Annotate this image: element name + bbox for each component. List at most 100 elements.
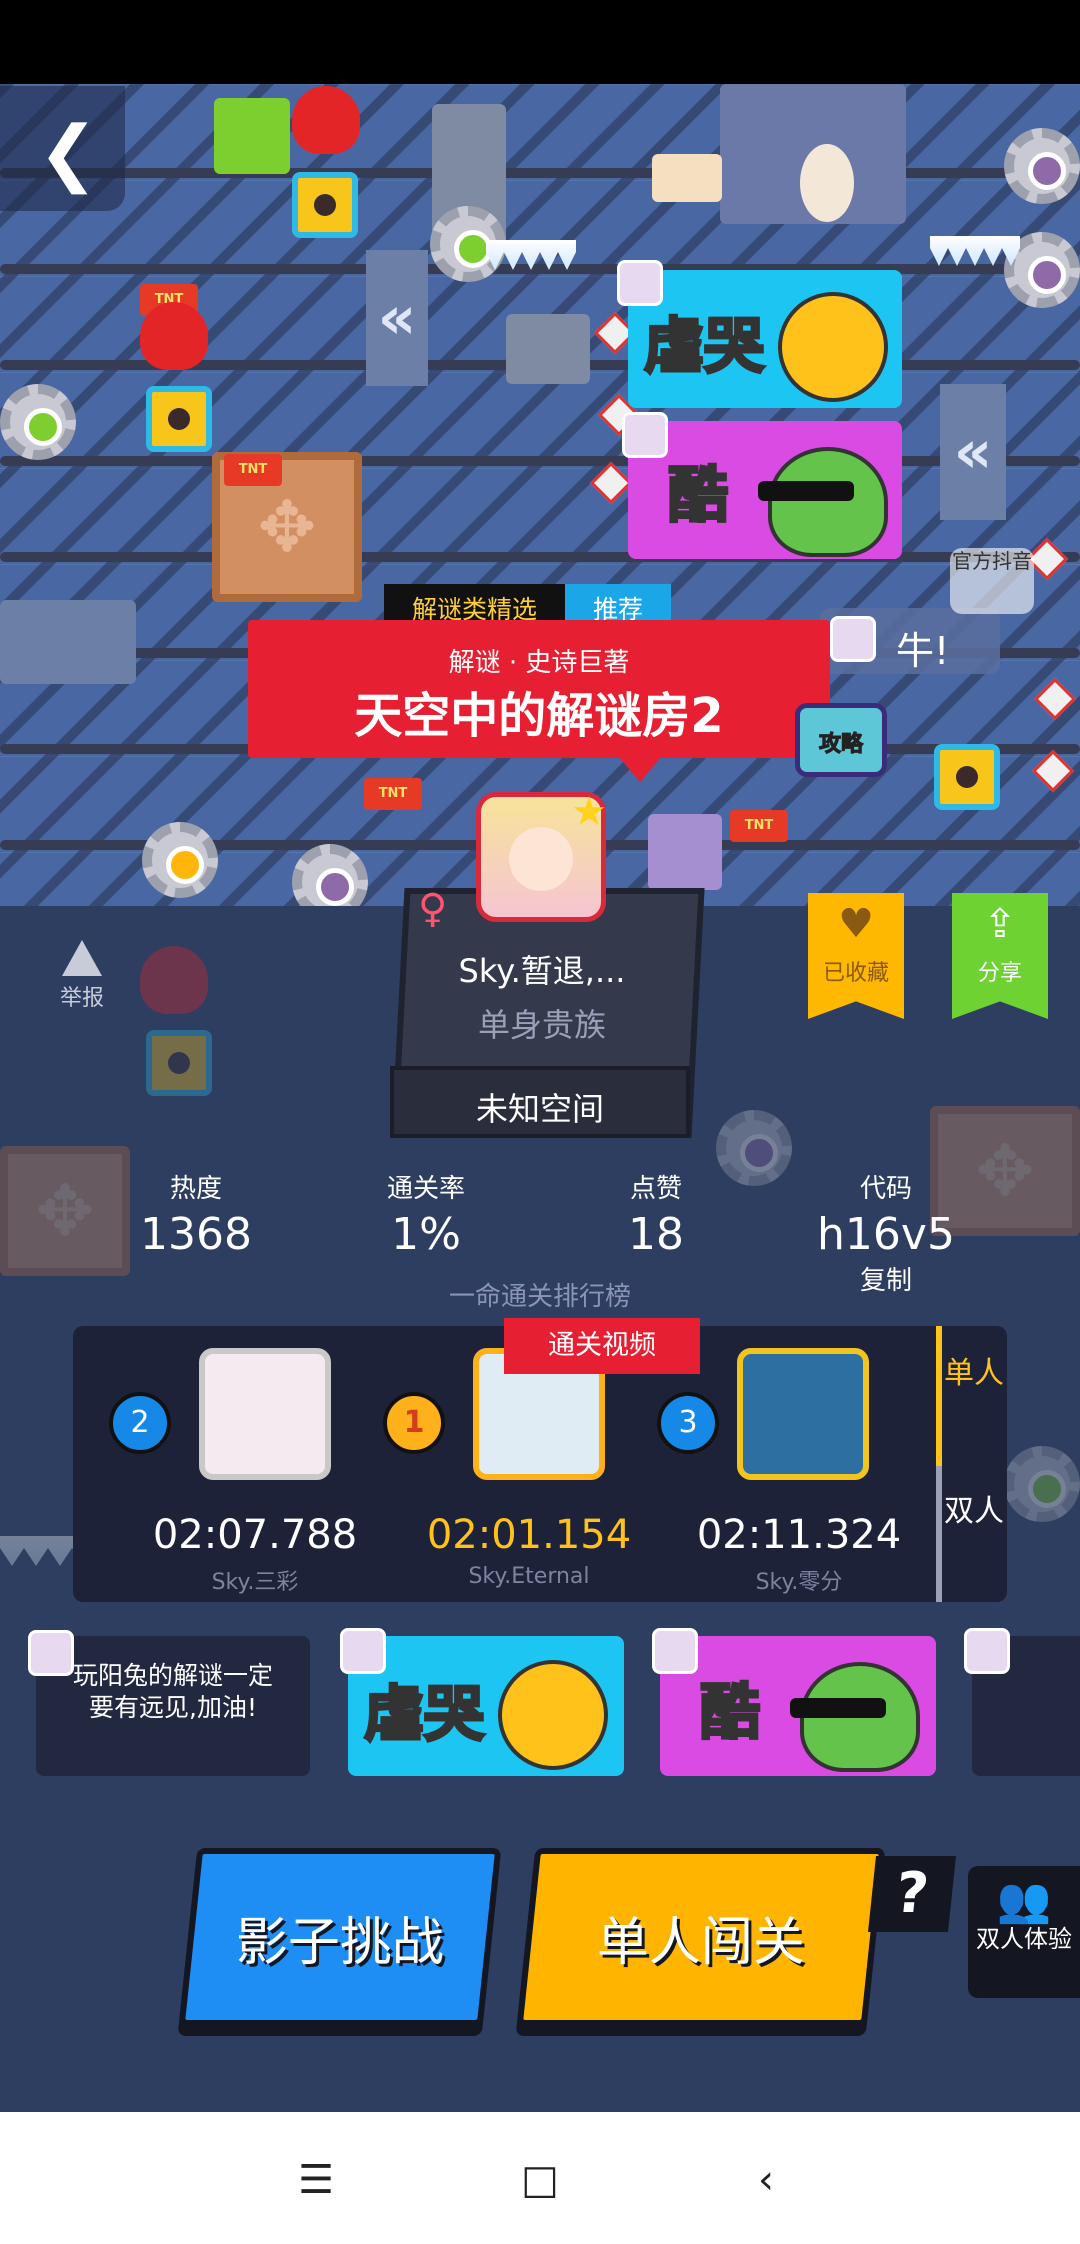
author-name: Sky.暂退,... bbox=[458, 952, 626, 990]
share-icon: ⇪ bbox=[983, 901, 1017, 947]
comment-strip[interactable]: 玩阳兔的解谜一定要有远见,加油! 虐哭 酷 bbox=[0, 1622, 1080, 1782]
boxing-glove-icon bbox=[140, 946, 208, 1014]
chevron-left-icon: ❮ bbox=[38, 110, 99, 194]
lock-icon bbox=[292, 172, 358, 238]
guide-tv-button[interactable]: 攻略 bbox=[795, 703, 887, 777]
guide-label: 攻略 bbox=[818, 732, 863, 758]
clear-video-button[interactable]: 通关视频 bbox=[504, 1318, 700, 1374]
sticker-text: 虐哭 bbox=[643, 311, 766, 384]
tnt-block: TNT bbox=[224, 454, 282, 486]
author-space-button[interactable]: 未知空间 bbox=[390, 1066, 690, 1138]
solo-play-button[interactable]: 单人闯关 bbox=[516, 1848, 886, 2026]
heart-icon: ♥ bbox=[838, 901, 874, 947]
sunglasses-icon bbox=[758, 481, 854, 501]
official-douyin-badge[interactable]: 官方抖音 bbox=[950, 548, 1034, 614]
mode-switch: 单人 双人 bbox=[936, 1326, 1006, 1602]
stat-clear-rate: 通关率 1% bbox=[366, 1168, 486, 1260]
tnt-block: TNT bbox=[730, 810, 788, 842]
rank-time: 02:11.324 bbox=[696, 1512, 902, 1558]
arrow-left-panel: « bbox=[366, 250, 428, 386]
author-title: 单身贵族 bbox=[477, 1006, 606, 1044]
stat-value: h16v5 bbox=[817, 1209, 955, 1260]
level-subtitle: 解谜 · 史诗巨著 bbox=[448, 648, 630, 678]
share-label: 分享 bbox=[977, 961, 1022, 986]
favorite-button[interactable]: ♥ 已收藏 bbox=[808, 893, 904, 1019]
share-button[interactable]: ⇪ 分享 bbox=[952, 893, 1048, 1019]
commenter-avatar bbox=[617, 260, 663, 306]
ranking-title: 一命通关排行榜 bbox=[448, 1282, 631, 1312]
rail bbox=[0, 264, 1080, 274]
spike-hazard bbox=[1033, 677, 1077, 721]
rail bbox=[0, 456, 1080, 466]
commenter-avatar bbox=[830, 616, 876, 662]
back-button[interactable]: ❮ bbox=[0, 86, 125, 211]
rank-badge: 2 bbox=[109, 1392, 171, 1454]
tab-two-player[interactable]: 双人 bbox=[942, 1494, 1006, 1530]
gear-icon bbox=[0, 384, 76, 460]
commenter-avatar bbox=[964, 1628, 1010, 1674]
stat-level-code: 代码 h16v5 bbox=[806, 1168, 966, 1260]
green-block bbox=[214, 98, 290, 174]
level-preview-scene: TNT « TNT « TNT TNT 虐哭 酷 bbox=[0, 84, 1080, 906]
spike-hazard bbox=[1031, 749, 1075, 793]
menu-icon[interactable]: ☰ bbox=[286, 2150, 346, 2210]
sticker-text: 酷 bbox=[699, 1677, 762, 1750]
gear-icon bbox=[292, 844, 368, 906]
female-gender-icon: ♀ bbox=[418, 886, 448, 932]
dinosaur-icon bbox=[768, 447, 888, 557]
reaction-sticker-cool: 酷 bbox=[660, 1636, 936, 1776]
stat-value: 1% bbox=[391, 1209, 461, 1260]
author-avatar[interactable]: ★ bbox=[476, 789, 607, 922]
stat-label: 通关率 bbox=[386, 1174, 465, 1204]
floating-comment-text: 牛! bbox=[896, 629, 950, 673]
floating-comment: 牛! bbox=[820, 608, 1000, 674]
level-title: 天空中的解谜房2 bbox=[354, 688, 724, 744]
report-label: 举报 bbox=[59, 986, 104, 1011]
lock-icon bbox=[146, 1030, 212, 1096]
tnt-block: TNT bbox=[364, 778, 422, 810]
author-space-label: 未知空间 bbox=[475, 1090, 604, 1128]
lightbulb-icon bbox=[800, 144, 854, 222]
title-banner: 解谜 · 史诗巨著 天空中的解谜房2 bbox=[248, 620, 830, 782]
status-bar bbox=[0, 0, 1080, 84]
chick-icon bbox=[498, 1660, 608, 1770]
duo-trial-button[interactable]: 👥 双人体验 bbox=[968, 1866, 1080, 1998]
boxing-glove-icon bbox=[292, 86, 360, 154]
rank-player-name: Sky.零分 bbox=[755, 1570, 843, 1595]
lock-icon bbox=[146, 386, 212, 452]
chick-icon bbox=[778, 292, 888, 402]
gear-icon bbox=[142, 822, 218, 898]
stat-value: 1368 bbox=[140, 1209, 252, 1260]
rank-player-name: Sky.三彩 bbox=[211, 1570, 299, 1595]
two-people-icon: 👥 bbox=[996, 1875, 1052, 1926]
tab-single-player[interactable]: 单人 bbox=[942, 1356, 1006, 1392]
player-avatar[interactable] bbox=[737, 1348, 869, 1480]
spike-hazard bbox=[589, 461, 633, 505]
reaction-sticker-cry: 虐哭 bbox=[628, 270, 902, 408]
lock-icon bbox=[934, 744, 1000, 810]
stat-popularity: 热度 1368 bbox=[136, 1168, 256, 1260]
gear-icon bbox=[1004, 128, 1080, 204]
player-avatar[interactable] bbox=[199, 1348, 331, 1480]
rank-time: 02:07.788 bbox=[152, 1512, 358, 1558]
stone-block bbox=[506, 314, 590, 384]
help-button[interactable]: ? bbox=[868, 1856, 956, 1932]
star-icon: ★ bbox=[571, 789, 607, 835]
arrow-left-panel: « bbox=[940, 384, 1006, 520]
text-comment: 玩阳兔的解谜一定要有远见,加油! bbox=[36, 1636, 310, 1776]
home-icon[interactable]: □ bbox=[510, 2150, 570, 2210]
sticker-text: 虐哭 bbox=[363, 1679, 486, 1752]
system-nav-bar: ☰ □ ‹ bbox=[0, 2112, 1080, 2244]
rank-badge: 3 bbox=[657, 1392, 719, 1454]
shadow-challenge-label: 影子挑战 bbox=[235, 1913, 444, 1973]
reaction-sticker-cry: 虐哭 bbox=[348, 1636, 624, 1776]
back-icon[interactable]: ‹ bbox=[736, 2150, 796, 2210]
stat-label: 代码 bbox=[859, 1174, 912, 1204]
duo-trial-label: 双人体验 bbox=[976, 1925, 1072, 1953]
gear-icon bbox=[716, 1110, 792, 1186]
warning-icon bbox=[62, 940, 102, 976]
report-button[interactable]: 举报 bbox=[52, 940, 112, 1011]
mode-indicator bbox=[936, 1326, 942, 1466]
sign-board bbox=[652, 154, 722, 202]
shadow-challenge-button[interactable]: 影子挑战 bbox=[178, 1848, 502, 2026]
